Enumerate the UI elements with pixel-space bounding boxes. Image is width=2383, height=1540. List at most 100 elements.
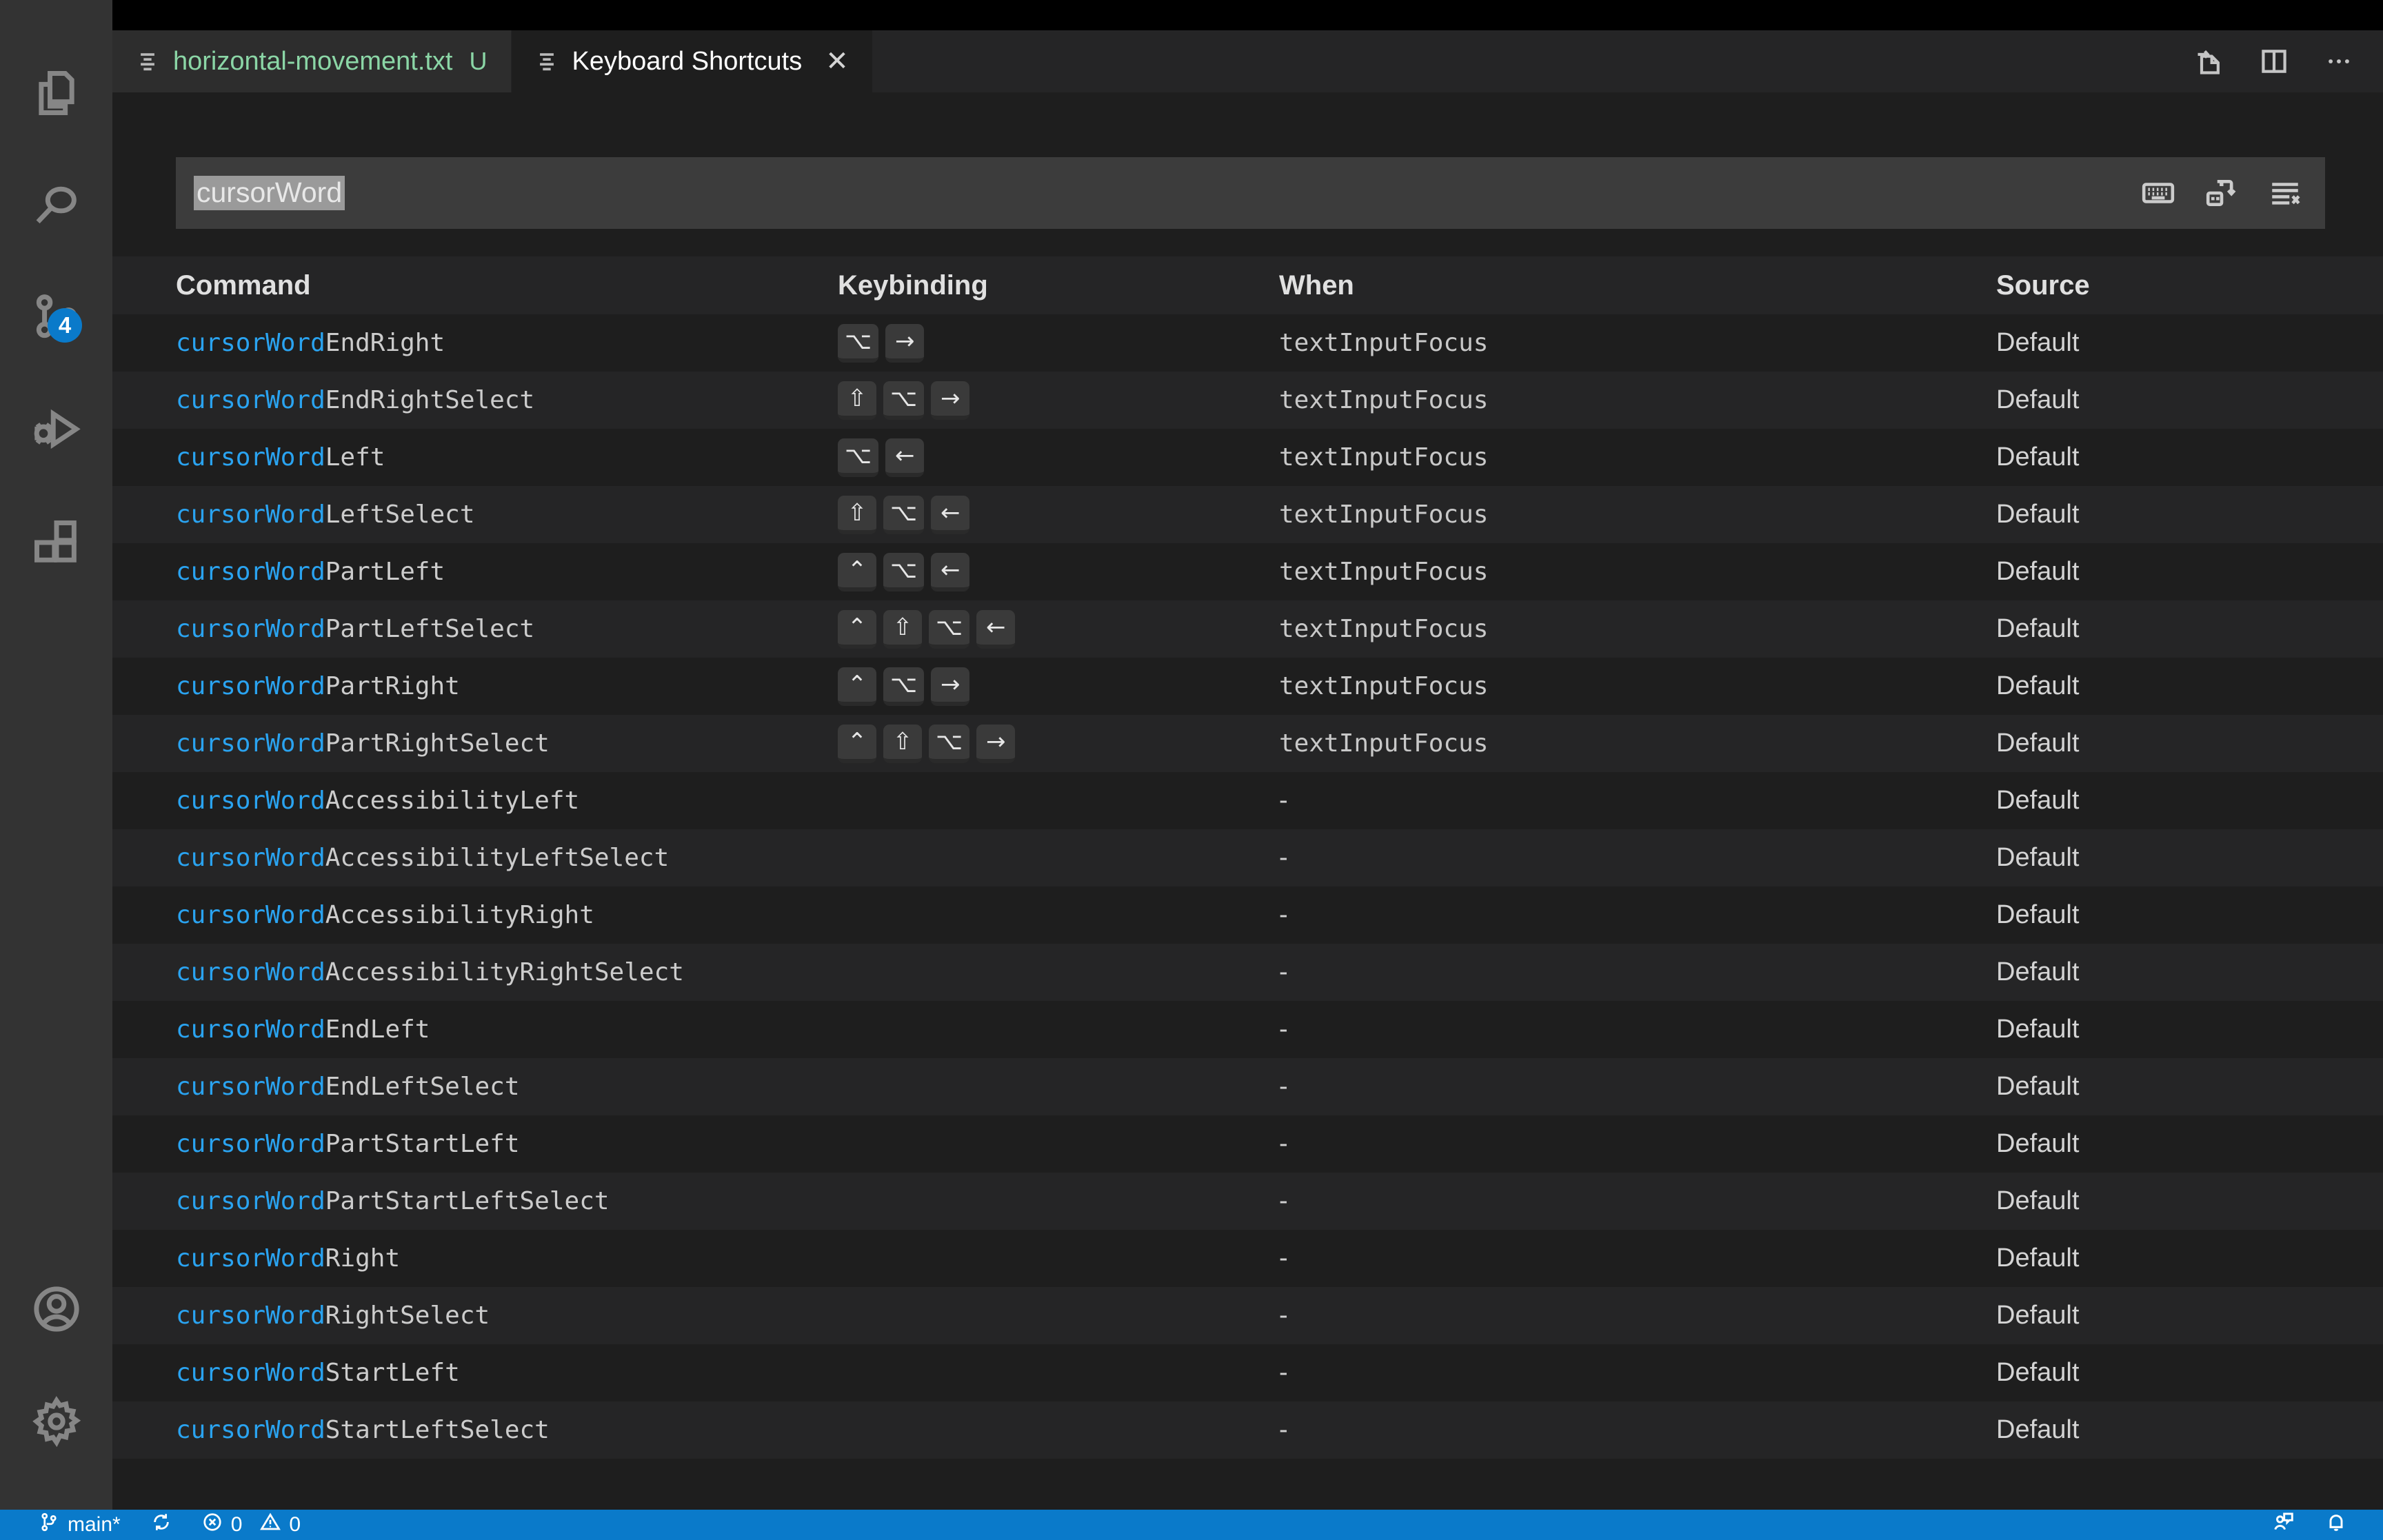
- warning-icon: [260, 1512, 281, 1538]
- open-file-icon[interactable]: [2193, 45, 2226, 78]
- keycap: →: [931, 381, 969, 420]
- table-row[interactable]: cursorWordAccessibilityLeft-Default: [112, 772, 2383, 829]
- sidebar-item-search[interactable]: [0, 151, 112, 263]
- cell-command: cursorWordPartRightSelect: [176, 729, 838, 758]
- table-row[interactable]: cursorWordStartLeft-Default: [112, 1344, 2383, 1401]
- status-branch[interactable]: main*: [23, 1510, 136, 1540]
- table-row[interactable]: cursorWordRight -Default: [112, 1230, 2383, 1287]
- tab-unsaved-indicator: U: [470, 47, 487, 76]
- cell-command: cursorWordAccessibilityLeftSelect: [176, 844, 838, 872]
- sort-precedence-icon[interactable]: [2204, 175, 2240, 211]
- table-row[interactable]: cursorWordPartLeft⌃⌥←textInputFocusDefau…: [112, 543, 2383, 600]
- match-highlight: cursorWord: [176, 1244, 325, 1273]
- cell-source: Default: [1996, 614, 2320, 644]
- column-header-source[interactable]: Source: [1996, 270, 2320, 301]
- search-input-value: cursorWord: [194, 176, 345, 210]
- table-row[interactable]: cursorWordPartStartLeft-Default: [112, 1115, 2383, 1173]
- cell-when: -: [1279, 900, 1996, 930]
- run-debug-icon: [30, 404, 83, 460]
- table-row[interactable]: cursorWordLeftSelect⇧⌥←textInputFocusDef…: [112, 486, 2383, 543]
- column-header-when[interactable]: When: [1279, 270, 1996, 301]
- ellipsis-icon[interactable]: [2322, 45, 2355, 78]
- match-highlight: cursorWord: [176, 1130, 325, 1158]
- source-control-branch-icon: [39, 1512, 59, 1538]
- cell-when: textInputFocus: [1279, 615, 1996, 643]
- keycap: ⌥: [929, 725, 969, 763]
- table-row[interactable]: cursorWordEndRightSelect⇧⌥→textInputFocu…: [112, 372, 2383, 429]
- keycap: ⌃: [838, 725, 876, 763]
- keyboard-icon[interactable]: [2140, 175, 2176, 211]
- table-row[interactable]: cursorWordAccessibilityRight-Default: [112, 886, 2383, 944]
- feedback-button[interactable]: [2258, 1510, 2310, 1540]
- status-problems[interactable]: 0 0: [187, 1510, 316, 1540]
- table-row[interactable]: cursorWordEndLeft-Default: [112, 1001, 2383, 1058]
- cell-source: Default: [1996, 1358, 2320, 1388]
- cell-when: -: [1279, 1072, 1996, 1102]
- table-row[interactable]: cursorWordLeft⌥←textInputFocusDefault: [112, 429, 2383, 486]
- table-row[interactable]: cursorWordRightSelect-Default: [112, 1287, 2383, 1344]
- source-control-badge: 4: [48, 308, 82, 343]
- table-row[interactable]: cursorWordPartRight⌃⌥→textInputFocusDefa…: [112, 658, 2383, 715]
- cell-command: cursorWordRight: [176, 1244, 838, 1273]
- cell-command: cursorWordRightSelect: [176, 1301, 838, 1330]
- close-icon[interactable]: ✕: [825, 45, 849, 77]
- clear-all-icon[interactable]: [2267, 175, 2303, 211]
- cell-source: Default: [1996, 500, 2320, 529]
- table-row[interactable]: cursorWordStartLeftSelect-Default: [112, 1401, 2383, 1459]
- keycap: ⌥: [883, 667, 924, 706]
- cell-source: Default: [1996, 1244, 2320, 1273]
- cell-when: -: [1279, 958, 1996, 987]
- match-highlight: cursorWord: [176, 1301, 325, 1330]
- cell-when: -: [1279, 786, 1996, 815]
- error-count: 0: [231, 1513, 243, 1537]
- table-row[interactable]: cursorWordPartRightSelect⌃⇧⌥→textInputFo…: [112, 715, 2383, 772]
- cell-source: Default: [1996, 1186, 2320, 1216]
- cell-when: -: [1279, 843, 1996, 873]
- cell-when: -: [1279, 1186, 1996, 1216]
- status-branch-label: main*: [68, 1513, 121, 1537]
- table-row[interactable]: cursorWordAccessibilityRightSelect -Defau…: [112, 944, 2383, 1001]
- split-editor-icon[interactable]: [2258, 45, 2291, 78]
- keycap: ←: [885, 438, 924, 477]
- match-highlight: cursorWord: [176, 1073, 325, 1101]
- cell-command: cursorWordPartLeftSelect: [176, 615, 838, 643]
- cell-keybinding: ⌃⇧⌥→: [838, 725, 1279, 763]
- keycap: →: [885, 324, 924, 363]
- cell-when: -: [1279, 1244, 1996, 1273]
- cell-command: cursorWordAccessibilityRightSelect: [176, 958, 838, 986]
- cell-source: Default: [1996, 843, 2320, 873]
- column-header-keybinding[interactable]: Keybinding: [838, 270, 1279, 301]
- cell-when: textInputFocus: [1279, 558, 1996, 586]
- column-header-command[interactable]: Command: [176, 270, 838, 301]
- table-row[interactable]: cursorWordEndRight⌥→textInputFocusDefaul…: [112, 314, 2383, 372]
- table-row[interactable]: cursorWordAccessibilityLeftSelect -Defaul…: [112, 829, 2383, 886]
- tab-label: Keyboard Shortcuts: [572, 47, 803, 77]
- table-row[interactable]: cursorWordPartLeftSelect⌃⇧⌥←textInputFoc…: [112, 600, 2383, 658]
- notifications-button[interactable]: [2310, 1510, 2362, 1540]
- cell-command: cursorWordLeft: [176, 443, 838, 472]
- preferences-icon: [535, 50, 559, 73]
- table-row[interactable]: cursorWordPartStartLeftSelect-Default: [112, 1173, 2383, 1230]
- cell-source: Default: [1996, 1415, 2320, 1445]
- extensions-icon: [30, 516, 83, 572]
- sidebar-item-source-control[interactable]: 4: [0, 263, 112, 376]
- sidebar-item-run-and-debug[interactable]: [0, 376, 112, 488]
- tab-keyboard-shortcuts[interactable]: Keyboard Shortcuts ✕: [512, 30, 873, 92]
- table-row[interactable]: cursorWordEndLeftSelect-Default: [112, 1058, 2383, 1115]
- status-sync[interactable]: [136, 1510, 187, 1540]
- cell-command: cursorWordEndRight: [176, 329, 838, 357]
- sidebar-item-explorer[interactable]: [0, 39, 112, 151]
- search-input[interactable]: cursorWord: [176, 157, 2325, 229]
- cell-source: Default: [1996, 958, 2320, 987]
- sidebar-item-extensions[interactable]: [0, 488, 112, 600]
- keycap: ⌥: [838, 438, 878, 477]
- sidebar-item-manage-settings[interactable]: [0, 1367, 112, 1479]
- cell-when: textInputFocus: [1279, 729, 1996, 758]
- cell-when: -: [1279, 1415, 1996, 1445]
- match-highlight: cursorWord: [176, 672, 325, 700]
- account-icon: [30, 1283, 83, 1339]
- match-highlight: cursorWord: [176, 901, 325, 929]
- tab-horizontal-movement[interactable]: horizontal-movement.txt U: [112, 30, 512, 92]
- sidebar-item-accounts[interactable]: [0, 1255, 112, 1367]
- keycap: →: [976, 725, 1015, 763]
